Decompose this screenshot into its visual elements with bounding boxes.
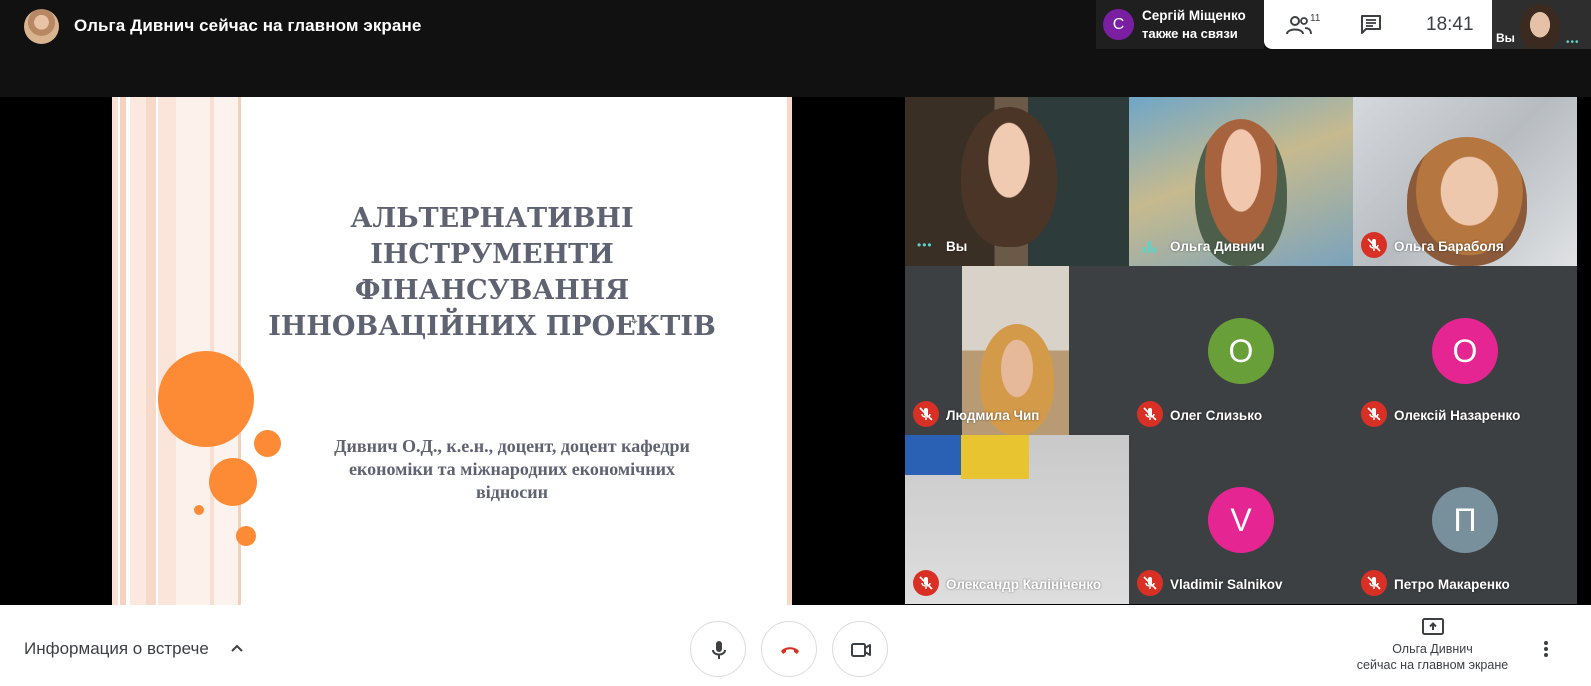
slide-title-line: ІНСТРУМЕНТИ: [370, 239, 614, 270]
slide-subtitle-line: Дивнич О.Д., к.е.н., доцент, доцент кафе…: [334, 436, 690, 456]
presenting-title: Ольга Дивнич сейчас на главном экране: [74, 16, 422, 35]
muted-mic-icon: [913, 570, 939, 596]
participant-tile[interactable]: V Vladimir Salnikov: [1129, 435, 1353, 604]
participant-name: Олексій Назаренко: [1394, 408, 1521, 423]
participant-grid: ••• Вы Ольга Дивнич Ольга Бараболя Людми…: [905, 97, 1591, 605]
muted-mic-icon: [1137, 401, 1163, 427]
slide-subtitle-line: економіки та міжнародних економічних: [348, 459, 676, 479]
participant-name: Людмила Чип: [946, 408, 1040, 423]
participant-tile[interactable]: Людмила Чип: [905, 266, 1129, 435]
present-now-button[interactable]: Ольга Дивнич сейчас на главном экране: [1345, 617, 1520, 673]
more-options-icon: [1544, 653, 1548, 657]
meeting-info-button[interactable]: Информация о встрече: [24, 639, 209, 659]
participant-name: Ольга Бараболя: [1394, 239, 1504, 254]
muted-mic-icon: [1137, 570, 1163, 596]
slide-subtitle: Дивнич О.Д., к.е.н., доцент, доцент кафе…: [282, 435, 742, 504]
slide-decor-circle: [236, 526, 256, 546]
slide-title-line: ІННОВАЦІЙНИХ ПРОЕКТІВ: [268, 311, 716, 342]
participant-tile[interactable]: Олександр Калініченко: [905, 435, 1129, 604]
joined-participant-name: Сергій Міщенко: [1142, 8, 1246, 23]
participant-tile[interactable]: Ольга Бараболя: [1353, 97, 1577, 266]
self-view-thumbnail[interactable]: Вы •••: [1492, 0, 1591, 49]
muted-mic-icon: [913, 401, 939, 427]
muted-mic-icon: [1361, 401, 1387, 427]
participant-video-flag: [905, 435, 961, 475]
participant-video: [961, 107, 1057, 247]
presenter-avatar: [24, 9, 59, 44]
participant-name: Вы: [946, 239, 968, 254]
top-bar: Ольга Дивнич сейчас на главном экране С …: [0, 0, 1591, 97]
bottom-toolbar: Информация о встрече Ольга Дивнич сейчас…: [0, 605, 1591, 686]
participant-name: Ольга Дивнич: [1170, 239, 1265, 254]
participant-count-badge: 11: [1310, 13, 1321, 24]
slide-title: АЛЬТЕРНАТИВНІ ІНСТРУМЕНТИ ФІНАНСУВАННЯ І…: [242, 201, 742, 345]
more-options-icon: [1544, 647, 1548, 651]
chat-icon: [1361, 15, 1381, 34]
participant-name: Петро Макаренко: [1394, 577, 1510, 592]
slide-decor-circle: [194, 505, 204, 515]
slide-decor-circle: [254, 430, 281, 457]
joined-participant-status: также на связи: [1142, 26, 1238, 41]
presenter-status: сейчас на главном экране: [1356, 658, 1509, 672]
slide-decor-circle: [209, 458, 257, 506]
meeting-clock: 18:41: [1426, 14, 1474, 35]
speaking-indicator-icon: •••: [1566, 37, 1580, 48]
joined-participant-avatar: С: [1103, 9, 1134, 40]
camera-icon: [851, 643, 871, 657]
participant-name: Vladimir Salnikov: [1170, 577, 1283, 592]
participant-avatar: V: [1208, 487, 1274, 553]
presentation-screen: АЛЬТЕРНАТИВНІ ІНСТРУМЕНТИ ФІНАНСУВАННЯ І…: [112, 97, 792, 605]
self-view-label: Вы: [1496, 31, 1515, 45]
participant-avatar: О: [1208, 318, 1274, 384]
hangup-icon: [781, 647, 799, 654]
participant-tile[interactable]: Ольга Дивнич: [1129, 97, 1353, 266]
chat-button[interactable]: [1359, 14, 1383, 36]
slide-subtitle-line: відносин: [476, 482, 548, 502]
mouse-cursor-icon: ⌖: [631, 314, 638, 328]
slide-edge-stripe: [787, 97, 792, 605]
slide-title-line: ФІНАНСУВАННЯ: [354, 275, 630, 306]
chevron-up-icon[interactable]: [229, 640, 245, 656]
participant-name: Олег Слизько: [1170, 408, 1263, 423]
participant-tile[interactable]: ••• Вы: [905, 97, 1129, 266]
slide-title-line: АЛЬТЕРНАТИВНІ: [350, 203, 634, 234]
more-options-button[interactable]: [1540, 639, 1552, 659]
participant-avatar: П: [1432, 487, 1498, 553]
top-controls: 11 18:41: [1264, 0, 1492, 49]
participant-tile[interactable]: П Петро Макаренко: [1353, 435, 1577, 604]
participant-joined-toast: С Сергій Міщенко также на связи: [1096, 0, 1264, 49]
participant-avatar: О: [1432, 318, 1498, 384]
self-video-face: [1520, 4, 1560, 49]
muted-mic-icon: [1361, 570, 1387, 596]
slide-decorative-stripes: [112, 97, 247, 605]
leave-call-button[interactable]: [761, 621, 817, 677]
present-screen-icon: [1421, 618, 1444, 635]
participant-video-flag: [961, 435, 1029, 479]
microphone-button[interactable]: [690, 621, 746, 677]
more-options-icon: [1544, 641, 1548, 645]
camera-button[interactable]: [832, 621, 888, 677]
muted-mic-icon: [1361, 232, 1387, 258]
participant-tile[interactable]: О Олег Слизько: [1129, 266, 1353, 435]
participant-name: Олександр Калініченко: [946, 577, 1102, 592]
audio-level-icon: [1143, 241, 1157, 253]
presenter-name: Ольга Дивнич: [1392, 642, 1473, 656]
people-icon: [1286, 16, 1312, 35]
microphone-icon: [712, 641, 726, 659]
speaking-indicator-icon: •••: [917, 238, 933, 252]
slide-decor-circle: [158, 351, 254, 447]
participant-tile[interactable]: О Олексій Назаренко: [1353, 266, 1577, 435]
